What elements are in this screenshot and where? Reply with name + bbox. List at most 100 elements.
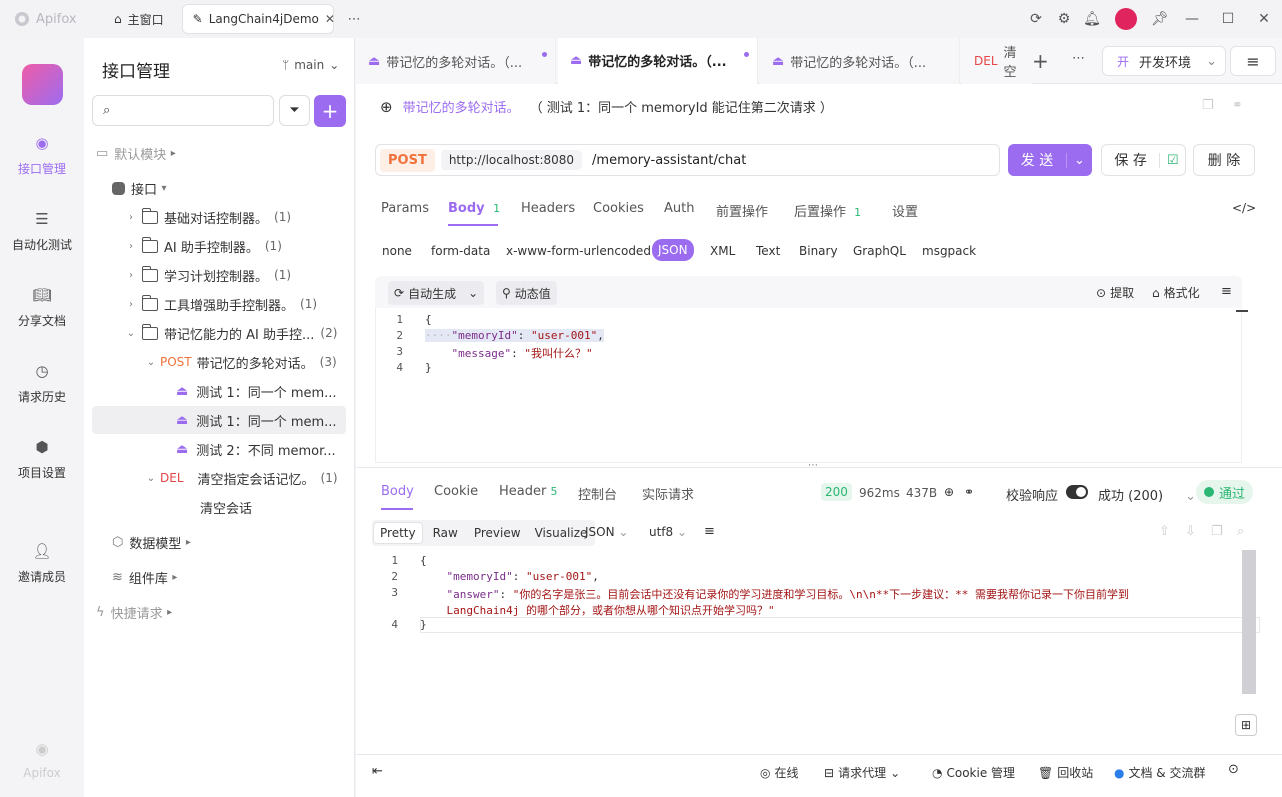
tab-request[interactable]: ⏏ 带记忆的多轮对话。（... (760, 38, 960, 84)
search-input[interactable]: ⌕ (92, 95, 274, 126)
body-type-form-data[interactable]: form-data (431, 244, 490, 258)
view-mode-preview[interactable]: Preview (468, 526, 527, 540)
base-url[interactable]: http://localhost:8080 (440, 150, 583, 170)
branch-selector[interactable]: ᛘ main ⌄ (282, 58, 339, 72)
tree-default-module[interactable]: ▭ 默认模块 ▸ (96, 139, 180, 167)
scroll-top-icon[interactable]: ⊙ (1228, 762, 1239, 777)
tab-body[interactable]: Body 1 (448, 201, 500, 216)
more-icon[interactable]: ⋯ (348, 12, 361, 27)
chevron-down-icon[interactable]: ⌄ (468, 286, 478, 300)
request-name[interactable]: 带记忆的多轮对话。 (403, 97, 520, 116)
send-button[interactable]: 发 送 ⌄ (1008, 144, 1092, 176)
delete-button[interactable]: 删 除 (1193, 144, 1255, 176)
trash[interactable]: 🗑︎ 回收站 (1038, 764, 1093, 781)
window-tab-project[interactable]: ✎ LangChain4jDemo ✕ (181, 4, 335, 34)
docs-community[interactable]: ● 文档 & 交流群 (1114, 764, 1205, 781)
body-type-urlencoded[interactable]: x-www-form-urlencoded (506, 244, 651, 258)
code-view-icon[interactable]: </> (1232, 201, 1256, 215)
tree-folder[interactable]: › 工具增强助手控制器。 (1) (124, 290, 317, 318)
search-icon[interactable]: ⌕ (1237, 524, 1244, 539)
tab-headers[interactable]: Headers (521, 201, 575, 216)
chevron-down-icon[interactable]: ⌄ (1066, 152, 1092, 168)
rail-item-history[interactable]: ◷ 请求历史 (0, 360, 84, 405)
download-icon[interactable]: ⇩ (1185, 524, 1196, 539)
project-avatar[interactable] (22, 64, 63, 105)
editor-scrollbar[interactable] (1236, 310, 1248, 312)
panel-splitter[interactable] (356, 467, 1282, 468)
tree-folder[interactable]: › 学习计划控制器。 (1) (124, 261, 291, 289)
tab-pre-ops[interactable]: 前置操作 (716, 201, 768, 220)
body-type-json[interactable]: JSON (652, 239, 694, 261)
close-window-icon[interactable]: ✕ (1246, 0, 1282, 38)
add-button[interactable]: + (314, 95, 346, 127)
resp-tab-body[interactable]: Body (381, 484, 414, 499)
body-type-none[interactable]: none (382, 244, 412, 258)
tab-cookies[interactable]: Cookies (593, 201, 644, 216)
url-path-input[interactable]: /memory-assistant/chat (592, 153, 746, 168)
response-scrollbar[interactable] (1242, 550, 1256, 694)
tab-request[interactable]: ⏏ 带记忆的多轮对话。（... (356, 38, 556, 84)
tree-quick-request[interactable]: ϟ 快捷请求 ▸ (96, 598, 177, 626)
encoding-select[interactable]: utf8 ⌄ (649, 525, 687, 539)
env-selector[interactable]: 开 开发环境 ⌄ (1102, 46, 1226, 76)
view-mode-raw[interactable]: Raw (423, 526, 468, 540)
view-mode-pretty[interactable]: Pretty (373, 522, 423, 544)
rail-item-automation[interactable]: ☰ 自动化测试 (0, 208, 84, 253)
copy-icon[interactable]: ❐ (1211, 524, 1223, 539)
format-button[interactable]: ⌂ 格式化 (1152, 284, 1200, 301)
cookie-manager[interactable]: ◔ Cookie 管理 (932, 764, 1015, 781)
drag-handle-icon[interactable]: ⋯ (808, 460, 818, 471)
save-button[interactable]: 保 存 ☑ (1101, 144, 1186, 176)
tree-components[interactable]: ≋ 组件库 ▸ (112, 563, 182, 591)
rail-item-settings[interactable]: ⬢ 项目设置 (0, 436, 84, 481)
tree-endpoint-del[interactable]: ⌄ DEL 清空指定会话记忆。 (1) (144, 464, 338, 492)
tab-request-del[interactable]: DEL 清空 (962, 38, 1032, 84)
menu-button[interactable]: ≡ (1230, 46, 1276, 76)
proxy-selector[interactable]: ⊟ 请求代理 ⌄ (824, 764, 900, 781)
result-select[interactable]: 成功 (200) ⌄ (1098, 485, 1196, 504)
tree-case[interactable]: 清空会话 (200, 493, 252, 521)
body-type-binary[interactable]: Binary (799, 244, 838, 258)
rail-item-invite[interactable]: 👤︎ 邀请成员 (0, 540, 84, 585)
minimap-icon[interactable]: ⊞ (1235, 714, 1257, 736)
upload-icon[interactable]: ⇧ (1159, 524, 1170, 539)
tree-folder-open[interactable]: ⌄ 带记忆能力的 AI 助手控... (2) (124, 319, 337, 347)
copy-icon[interactable]: ❐ (1202, 98, 1214, 113)
auto-generate-button[interactable]: ⟳ 自动生成 ⌄ (388, 281, 485, 305)
extract-button[interactable]: ⊙ 提取 (1096, 284, 1134, 301)
tree-data-model[interactable]: ⬡ 数据模型 ▸ (112, 528, 195, 556)
tree-folder[interactable]: › AI 助手控制器。 (1) (124, 232, 282, 260)
validate-toggle[interactable] (1066, 485, 1088, 499)
body-type-graphql[interactable]: GraphQL (853, 244, 906, 258)
globe-icon[interactable]: ⊕ (944, 485, 954, 499)
wrap-icon[interactable]: ≡ (704, 524, 715, 539)
filter-button[interactable]: ⏷ (279, 95, 310, 126)
method-select[interactable]: POST (380, 148, 435, 172)
body-type-xml[interactable]: XML (710, 244, 735, 258)
wrap-icon[interactable]: ≡ (1221, 284, 1232, 299)
tree-endpoint-post[interactable]: ⌄ POST 带记忆的多轮对话。 (3) (144, 348, 337, 376)
resp-tab-console[interactable]: 控制台 (578, 484, 617, 503)
tree-root[interactable]: 接口 ▾ (112, 174, 171, 202)
tab-post-ops[interactable]: 后置操作 1 (794, 201, 861, 220)
avatar[interactable] (1106, 0, 1146, 38)
online-status[interactable]: ◎ 在线 (760, 764, 799, 781)
rail-item-api[interactable]: ◉ 接口管理 (0, 132, 84, 177)
close-icon[interactable]: ✕ (325, 12, 335, 26)
gear-icon[interactable]: ⚙ (1050, 0, 1078, 38)
share-icon[interactable]: ⚭ (964, 485, 974, 499)
tab-params[interactable]: Params (381, 201, 429, 216)
tab-auth[interactable]: Auth (664, 201, 694, 216)
tree-case[interactable]: ⏏ 测试 2：不同 memor... (176, 435, 336, 463)
body-type-text[interactable]: Text (756, 244, 780, 258)
tab-request-active[interactable]: ⏏ 带记忆的多轮对话。（... (558, 38, 758, 85)
collapse-sidebar-icon[interactable]: ⇤ (372, 764, 383, 779)
bell-icon[interactable]: 🔔︎ (1078, 0, 1106, 38)
body-type-msgpack[interactable]: msgpack (922, 244, 976, 258)
window-tab-home[interactable]: ⌂ 主窗口 (104, 4, 174, 34)
tab-settings[interactable]: 设置 (892, 201, 918, 220)
format-select[interactable]: JSON ⌄ (585, 525, 628, 539)
resp-tab-cookie[interactable]: Cookie (434, 484, 478, 499)
new-tab-icon[interactable]: + (1032, 49, 1049, 73)
rail-item-share[interactable]: 📖︎ 分享文档 (0, 284, 84, 329)
